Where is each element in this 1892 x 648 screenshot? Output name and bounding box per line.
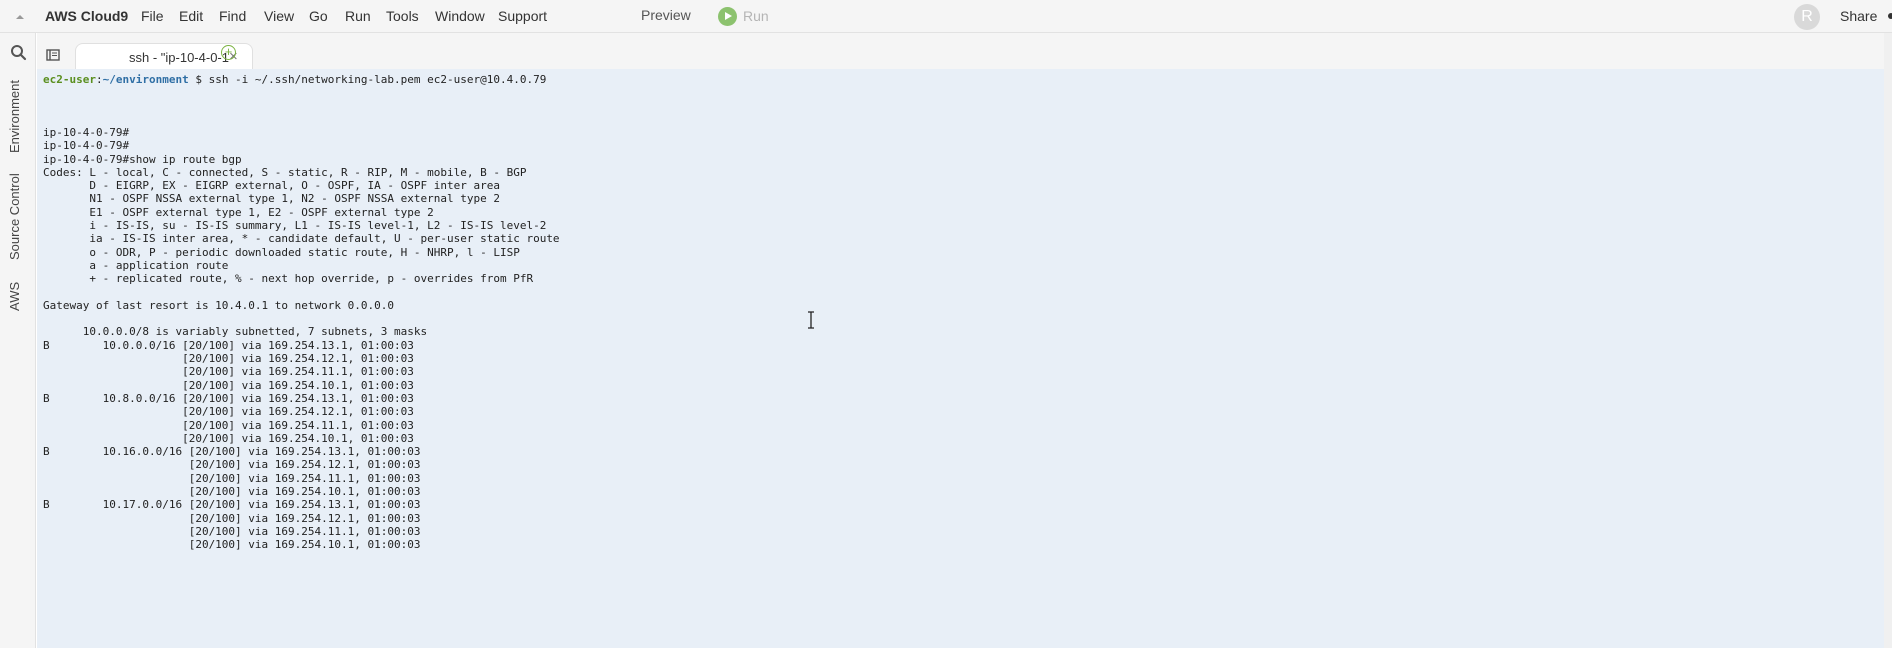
menu-tools[interactable]: Tools [386, 8, 419, 24]
terminal-line: Codes: L - local, C - connected, S - sta… [43, 165, 527, 179]
terminal-line: ia - IS-IS inter area, * - candidate def… [43, 232, 560, 246]
panel-toggle-icon[interactable] [46, 48, 60, 61]
terminal-line: ip-10-4-0-79#show ip route bgp [43, 152, 242, 166]
terminal-line: [20/100] via 169.254.12.1, 01:00:03 [43, 405, 414, 419]
terminal-line: [20/100] via 169.254.12.1, 01:00:03 [43, 352, 414, 365]
menu-support[interactable]: Support [498, 8, 547, 24]
terminal-line: ip-10-4-0-79# [43, 139, 130, 153]
terminal[interactable]: ec2-user:~/environment $ ssh -i ~/.ssh/n… [37, 69, 1884, 648]
menu-run[interactable]: Run [345, 8, 371, 24]
terminal-line: N1 - OSPF NSSA external type 1, N2 - OSP… [43, 192, 500, 206]
terminal-line: B 10.16.0.0/16 [20/100] via 169.254.13.1… [43, 445, 421, 459]
terminal-line: [20/100] via 169.254.11.1, 01:00:03 [43, 418, 414, 432]
run-label: Run [743, 8, 769, 24]
share-button[interactable]: Share [1840, 8, 1877, 24]
tab-label: ssh - "ip-10-4-0-1 [129, 50, 229, 65]
left-rail: Environment Source Control AWS [0, 33, 36, 648]
terminal-line: [20/100] via 169.254.12.1, 01:00:03 [43, 511, 421, 525]
more-icon[interactable] [1888, 13, 1892, 19]
terminal-line: 10.0.0.0/8 is variably subnetted, 7 subn… [43, 325, 428, 339]
avatar[interactable]: R [1794, 4, 1820, 30]
preview-button[interactable]: Preview [641, 7, 691, 23]
search-icon[interactable] [10, 44, 27, 61]
prompt-path: ~/environment [102, 73, 189, 86]
menu-bar: AWS Cloud9 File Edit Find View Go Run To… [0, 0, 1892, 33]
rail-tab-source-control[interactable]: Source Control [7, 173, 22, 260]
menu-window[interactable]: Window [435, 8, 485, 24]
terminal-line: [20/100] via 169.254.12.1, 01:00:03 [43, 458, 421, 472]
rail-tab-aws[interactable]: AWS [7, 282, 22, 311]
menu-go[interactable]: Go [309, 8, 328, 24]
terminal-line: + - replicated route, % - next hop overr… [43, 272, 534, 286]
collapse-menu-icon[interactable] [12, 9, 28, 25]
terminal-line: [20/100] via 169.254.10.1, 01:00:03 [43, 378, 414, 392]
terminal-line: B 10.17.0.0/16 [20/100] via 169.254.13.1… [43, 498, 421, 512]
menu-file[interactable]: File [141, 8, 164, 24]
terminal-line: B 10.8.0.0/16 [20/100] via 169.254.13.1,… [43, 391, 414, 405]
terminal-line: [20/100] via 169.254.11.1, 01:00:03 [43, 524, 421, 538]
terminal-line: a - application route [43, 258, 229, 272]
play-icon [718, 6, 737, 26]
terminal-line: E1 - OSPF external type 1, E2 - OSPF ext… [43, 205, 434, 219]
terminal-line: i - IS-IS, su - IS-IS summary, L1 - IS-I… [43, 219, 547, 232]
terminal-line: [20/100] via 169.254.10.1, 01:00:03 [43, 538, 421, 552]
terminal-line: [20/100] via 169.254.11.1, 01:00:03 [43, 471, 421, 485]
terminal-line: D - EIGRP, EX - EIGRP external, O - OSPF… [43, 179, 500, 193]
menu-view[interactable]: View [264, 8, 294, 24]
terminal-line: o - ODR, P - periodic downloaded static … [43, 245, 520, 259]
brand-menu[interactable]: AWS Cloud9 [45, 8, 128, 24]
tab-bar: ssh - "ip-10-4-0-1 × + [37, 33, 1892, 69]
terminal-scrollbar[interactable] [1884, 33, 1892, 648]
terminal-line: [20/100] via 169.254.10.1, 01:00:03 [43, 431, 414, 445]
text-cursor-icon [806, 310, 816, 330]
terminal-line: [20/100] via 169.254.11.1, 01:00:03 [43, 365, 414, 379]
terminal-line: ip-10-4-0-79# [43, 125, 130, 139]
terminal-line: [20/100] via 169.254.10.1, 01:00:03 [43, 485, 421, 498]
menu-find[interactable]: Find [219, 8, 246, 24]
prompt-user: ec2-user [43, 73, 96, 86]
terminal-prompt-line: ec2-user:~/environment $ ssh -i ~/.ssh/n… [43, 73, 546, 86]
rail-tab-environment[interactable]: Environment [7, 80, 22, 153]
prompt-command: $ ssh -i ~/.ssh/networking-lab.pem ec2-u… [188, 73, 547, 86]
prompt-separator: : [95, 73, 103, 86]
menu-edit[interactable]: Edit [179, 8, 203, 24]
run-button[interactable]: Run [718, 6, 769, 26]
terminal-line: Gateway of last resort is 10.4.0.1 to ne… [43, 298, 394, 312]
add-tab-icon[interactable]: + [221, 45, 236, 60]
terminal-line: B 10.0.0.0/16 [20/100] via 169.254.13.1,… [43, 338, 414, 352]
